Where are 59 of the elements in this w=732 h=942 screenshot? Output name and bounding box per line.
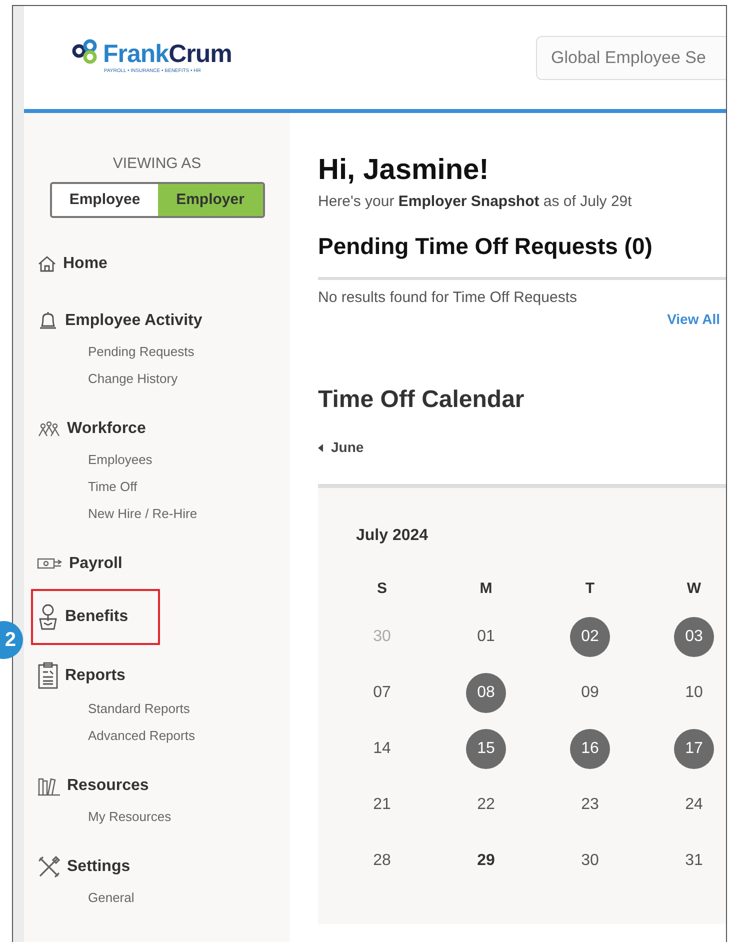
time-off-day[interactable]: 17 <box>674 728 714 769</box>
nav-subitem[interactable]: My Resources <box>88 803 172 830</box>
view-toggle-option[interactable]: Employer <box>158 184 263 216</box>
calendar-day[interactable]: 23 <box>570 784 610 825</box>
greeting-title: Hi, Jasmine! <box>318 155 490 187</box>
weekday-label: T <box>585 579 595 600</box>
time-off-day[interactable]: 15 <box>466 728 506 769</box>
nav-item[interactable]: Workforce <box>33 412 150 446</box>
nav-subitem[interactable]: General <box>88 884 134 911</box>
view-toggle-option[interactable]: Employee <box>52 184 158 216</box>
nav-subitem[interactable]: Standard Reports <box>88 695 190 722</box>
caret-icon <box>318 444 323 452</box>
nav-subitem[interactable]: New Hire / Re-Hire <box>88 500 198 527</box>
weekday-label: M <box>480 579 492 600</box>
nav-subitem[interactable]: Advanced Reports <box>88 722 195 749</box>
nav-item[interactable]: Resources <box>33 769 153 803</box>
weekday-label: W <box>686 579 702 600</box>
nav-subitem[interactable]: Pending Requests <box>88 338 194 365</box>
calendar-day[interactable]: 21 <box>362 784 402 825</box>
nav-subitem[interactable]: Employees <box>88 446 152 473</box>
calendar-day[interactable]: 09 <box>570 672 610 713</box>
time-off-day[interactable]: 08 <box>466 672 506 713</box>
calendar-day[interactable]: 29 <box>466 840 506 881</box>
time-off-day[interactable]: 03 <box>674 616 714 657</box>
calendar-day[interactable]: 01 <box>466 616 506 657</box>
calendar-day[interactable]: 14 <box>362 728 402 769</box>
nav-item[interactable]: Employee Activity <box>33 304 206 338</box>
nav-subitem[interactable]: Change History <box>88 365 178 392</box>
greeting-subtitle: Here's your Employer Snapshot as of July 29t <box>318 192 633 212</box>
home-icon <box>37 254 57 274</box>
time-off-day[interactable]: 16 <box>570 728 610 769</box>
calendar-day[interactable]: 31 <box>674 840 714 881</box>
nav-subitem[interactable]: Time Off <box>88 473 138 500</box>
section-title: Pending Time Off Requests (0) <box>318 233 654 261</box>
people-icon <box>37 421 61 437</box>
money-bag-icon <box>37 603 59 631</box>
calendar-day[interactable]: 28 <box>362 840 402 881</box>
calendar-day[interactable]: 24 <box>674 784 714 825</box>
month-title: July 2024 <box>356 526 430 546</box>
weekday-label: S <box>376 579 387 600</box>
empty-message: No results found for Time Off Requests <box>318 288 578 308</box>
viewing-as-label: VIEWING AS <box>112 154 202 174</box>
nav-item[interactable]: Home <box>33 247 112 281</box>
previous-month-link[interactable]: June <box>318 437 364 458</box>
nav-item[interactable]: Payroll <box>33 547 126 581</box>
time-off-day[interactable]: 02 <box>570 616 610 657</box>
nav-item[interactable]: Settings <box>33 850 134 884</box>
calendar-day[interactable]: 10 <box>674 672 714 713</box>
section-title: Time Off Calendar <box>318 386 526 416</box>
calendar-day[interactable]: 07 <box>362 672 402 713</box>
calendar-day[interactable]: 22 <box>466 784 506 825</box>
nav-item[interactable]: Reports <box>33 657 130 695</box>
books-icon <box>37 776 61 796</box>
clipboard-icon <box>37 662 59 690</box>
tools-icon <box>37 855 61 879</box>
calendar-day[interactable]: 30 <box>570 840 610 881</box>
nav-item[interactable]: Benefits <box>33 591 158 643</box>
cash-icon <box>37 557 63 571</box>
search-field[interactable]: Global Employee Se <box>536 36 726 80</box>
